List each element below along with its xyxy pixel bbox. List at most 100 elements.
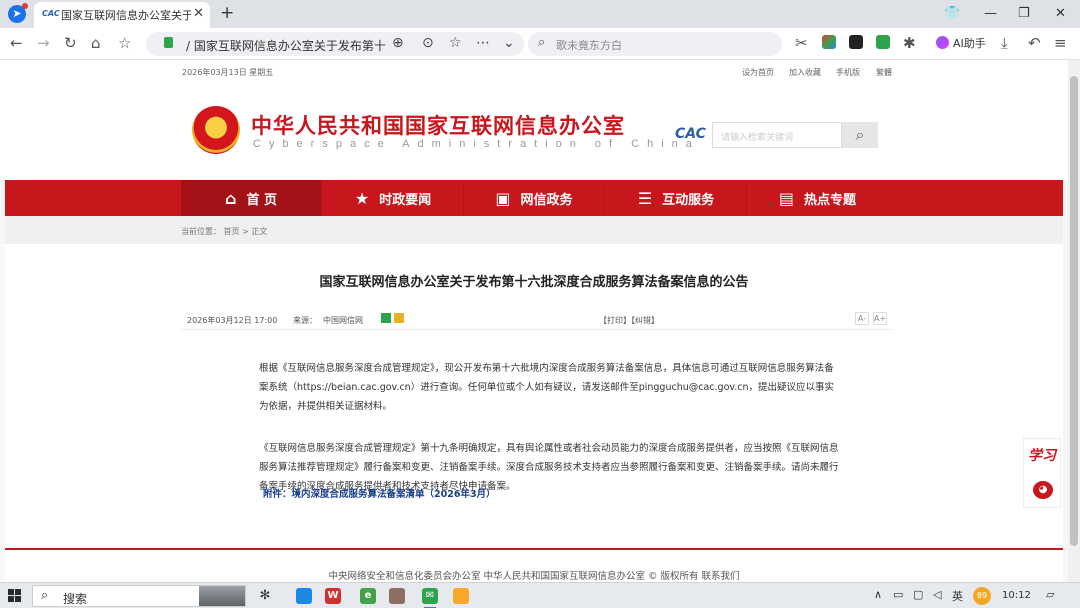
taskbar-search[interactable]: ⌕ 搜索 bbox=[32, 585, 246, 607]
set-homepage-link[interactable]: 设为首页 bbox=[742, 67, 774, 78]
xuexi-link[interactable]: 学习 bbox=[1028, 445, 1056, 465]
restore-icon[interactable]: ❐ bbox=[1018, 6, 1030, 21]
windows-start-icon[interactable] bbox=[8, 589, 22, 603]
site-search-placeholder: 请输入检索关键词 bbox=[721, 133, 794, 143]
tab-close-icon[interactable]: ✕ bbox=[193, 6, 204, 21]
location-icon[interactable]: ⊙ bbox=[422, 35, 434, 51]
attachment-link[interactable]: 附件：境内深度合成服务算法备案清单（2026年3月） bbox=[263, 486, 496, 500]
nav-hot-topics[interactable]: ▤ 热点专题 bbox=[747, 180, 888, 216]
nav-interactive-label: 互动服务 bbox=[662, 192, 715, 208]
file-explorer-icon[interactable] bbox=[453, 588, 469, 604]
folder-icon: ▤ bbox=[778, 188, 795, 208]
app-blue-icon[interactable] bbox=[296, 588, 312, 604]
browser-tab-bar: ➤ CAC 国家互联网信息办公室关于发 ✕ + 👕 — ❐ ✕ bbox=[0, 0, 1080, 28]
search-highlight-image bbox=[199, 586, 245, 606]
main-nav: ⌂ 首 页 ★ 时政要闻 ▣ 网信政务 ☰ 互动服务 ▤ 热点专题 bbox=[5, 180, 1063, 216]
reload-icon[interactable]: ↻ bbox=[64, 34, 77, 52]
new-tab-icon[interactable]: + bbox=[220, 3, 234, 23]
article-paragraph: 根据《互联网信息服务深度合成管理规定》，现公开发布第十六批境内深度合成服务算法备… bbox=[259, 363, 835, 412]
article: 国家互联网信息办公室关于发布第十六批深度合成服务算法备案信息的公告 2026年0… bbox=[5, 244, 1063, 548]
source-name: 中国网信网 bbox=[323, 316, 363, 325]
back-icon[interactable]: ← bbox=[10, 34, 23, 52]
site-title: 中华人民共和国国家互联网信息办公室 bbox=[251, 114, 625, 138]
tab-title: 国家互联网信息办公室关于发 bbox=[61, 9, 191, 22]
notification-icon[interactable]: ▱ bbox=[1046, 588, 1054, 601]
taskbar-clock[interactable]: 10:12 bbox=[1002, 590, 1031, 601]
nav-gov-affairs[interactable]: ▣ 网信政务 bbox=[464, 180, 605, 216]
minimize-icon[interactable]: — bbox=[984, 6, 997, 21]
site-search-input[interactable]: 请输入检索关键词 bbox=[712, 122, 842, 148]
address-bar[interactable]: / 国家互联网信息办公室关于发布第十 ⊕ ⊙ ☆ ⋯ ⌄ bbox=[146, 32, 524, 56]
mobile-version-link[interactable]: 手机版 bbox=[836, 67, 860, 78]
search-icon: ⌕ bbox=[41, 588, 49, 603]
forward-icon[interactable]: → bbox=[37, 34, 50, 52]
chevron-down-icon[interactable]: ⌄ bbox=[503, 35, 515, 51]
notification-dot bbox=[22, 3, 28, 9]
browser-search-box[interactable]: ⌕ 歌未竟东方白 bbox=[528, 32, 782, 56]
nav-news[interactable]: ★ 时政要闻 bbox=[323, 180, 464, 216]
ai-helper-button[interactable]: AI助手 bbox=[936, 35, 986, 51]
puzzle-extensions-icon[interactable]: ✱ bbox=[903, 34, 916, 52]
web-page: 2026年03月13日 星期五 设为首页 加入收藏 手机版 繁體 ★ 中华人民共… bbox=[0, 60, 1068, 582]
breadcrumb[interactable]: 当前位置： 首页 > 正文 bbox=[181, 226, 267, 237]
extension-black-icon[interactable] bbox=[849, 35, 863, 49]
search-placeholder: 歌未竟东方白 bbox=[556, 39, 622, 52]
browser-toolbar: ← → ↻ ⌂ ☆ / 国家互联网信息办公室关于发布第十 ⊕ ⊙ ☆ ⋯ ⌄ ⌕… bbox=[0, 28, 1080, 60]
add-favorite-link[interactable]: 加入收藏 bbox=[789, 67, 821, 78]
current-date: 2026年03月13日 星期五 bbox=[182, 68, 274, 77]
nav-hot-topics-label: 热点专题 bbox=[804, 192, 857, 208]
app-green-icon[interactable]: e bbox=[360, 588, 376, 604]
scrollbar-thumb[interactable] bbox=[1070, 76, 1078, 546]
nav-home[interactable]: ⌂ 首 页 bbox=[181, 180, 322, 216]
wps-icon[interactable]: W bbox=[325, 588, 341, 604]
ai-helper-label: AI助手 bbox=[953, 37, 986, 50]
footer-text: 中央网络安全和信息化委员会办公室 中华人民共和国国家互联网信息办公室 © 版权所… bbox=[328, 571, 740, 582]
weibo-share-icon[interactable] bbox=[394, 313, 404, 323]
extension-colorful-icon[interactable] bbox=[822, 35, 836, 49]
nav-interactive[interactable]: ☰ 互动服务 bbox=[606, 180, 747, 216]
bookmark-star-list-icon[interactable]: ☆ bbox=[118, 34, 131, 52]
pinwheel-app-icon[interactable]: ✻ bbox=[257, 588, 273, 604]
download-icon[interactable]: ⤓ bbox=[1001, 34, 1008, 52]
display-icon[interactable]: ▢ bbox=[913, 588, 923, 601]
publish-date: 2026年03月12日 17:00 bbox=[187, 316, 278, 325]
undo-icon[interactable]: ↶ bbox=[1028, 34, 1041, 52]
secure-lock-icon bbox=[164, 37, 173, 48]
nav-gov-affairs-label: 网信政务 bbox=[520, 192, 573, 208]
site-header: ★ 中华人民共和国国家互联网信息办公室 Cyberspace Administr… bbox=[0, 84, 1068, 180]
volume-icon[interactable]: ◁ bbox=[933, 588, 941, 601]
cac-favicon-icon: CAC bbox=[42, 9, 60, 18]
security-badge-icon[interactable]: 89 bbox=[973, 587, 991, 605]
wechat-share-icon[interactable] bbox=[381, 313, 391, 323]
star-icon: ★ bbox=[354, 188, 370, 208]
weixin-icon[interactable]: ◕ bbox=[1033, 481, 1053, 499]
favorite-star-icon[interactable]: ☆ bbox=[449, 35, 462, 51]
search-icon: ⌕ bbox=[855, 125, 865, 144]
zoom-icon[interactable]: ⊕ bbox=[392, 35, 404, 51]
nav-news-label: 时政要闻 bbox=[379, 192, 432, 208]
ime-indicator[interactable]: 英 bbox=[952, 588, 963, 604]
battery-icon[interactable]: ▭ bbox=[893, 588, 903, 601]
print-correct-links[interactable]: 【打印】【纠错】 bbox=[599, 315, 659, 326]
browser-tab[interactable]: CAC 国家互联网信息办公室关于发 ✕ bbox=[34, 2, 210, 28]
tray-chevron-icon[interactable]: ∧ bbox=[874, 588, 882, 601]
shirt-icon[interactable]: 👕 bbox=[944, 6, 960, 21]
address-text[interactable]: / 国家互联网信息办公室关于发布第十 bbox=[186, 37, 386, 54]
breadcrumb-bar: 当前位置： 首页 > 正文 bbox=[5, 216, 1063, 244]
more-dots-icon[interactable]: ⋯ bbox=[476, 35, 490, 51]
home-icon[interactable]: ⌂ bbox=[91, 34, 101, 52]
extension-green-icon[interactable] bbox=[876, 35, 890, 49]
vertical-scrollbar[interactable] bbox=[1068, 60, 1080, 582]
traditional-chinese-link[interactable]: 繁體 bbox=[876, 67, 892, 78]
scissors-icon[interactable]: ✂ bbox=[795, 34, 808, 52]
wechat-app-icon[interactable]: ✉ bbox=[422, 588, 438, 608]
app-avatar-icon[interactable] bbox=[389, 588, 405, 604]
national-emblem-icon: ★ bbox=[192, 106, 240, 154]
font-larger-button[interactable]: A+ bbox=[873, 312, 887, 325]
font-smaller-button[interactable]: A- bbox=[855, 312, 869, 325]
window-close-icon[interactable]: ✕ bbox=[1055, 6, 1066, 21]
ai-helper-icon bbox=[936, 36, 949, 49]
menu-icon[interactable]: ≡ bbox=[1054, 34, 1067, 52]
site-search-button[interactable]: ⌕ bbox=[842, 122, 878, 148]
cac-logo: CAC bbox=[675, 126, 706, 142]
